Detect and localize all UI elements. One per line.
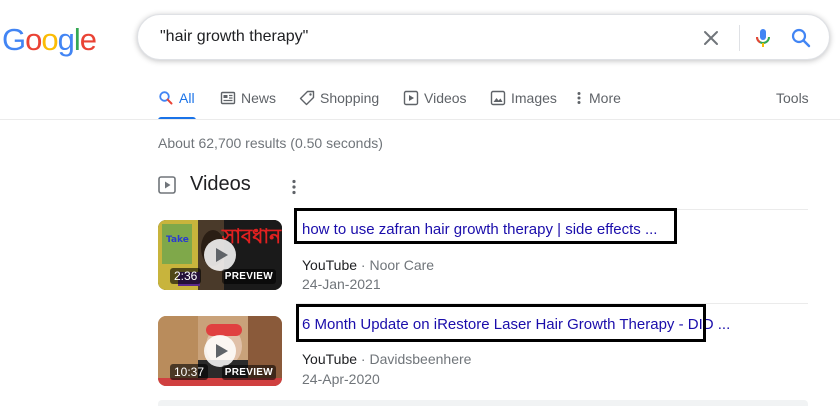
video-platform: YouTube [302,351,358,367]
tab-label: All [179,90,195,106]
search-icon[interactable] [789,26,813,50]
tag-icon [299,90,315,106]
microphone-icon[interactable] [751,26,775,50]
play-button-icon[interactable] [204,239,236,271]
tabs-divider [0,119,840,120]
logo-letter: g [57,22,75,57]
clear-icon[interactable] [699,26,723,50]
separator: · [360,257,366,273]
next-section-edge [158,400,808,406]
tab-label: Shopping [320,90,380,106]
separator: · [360,351,366,367]
search-divider [739,25,740,51]
video-thumbnail[interactable]: Take সাবধান 2:36 PREVIEW [158,220,282,290]
video-date: 24-Apr-2020 [302,371,380,387]
video-icon [158,175,176,194]
tab-label: News [241,90,277,106]
tab-all[interactable]: All [158,89,196,120]
tab-label: Images [511,90,557,106]
more-options-icon[interactable] [288,178,300,196]
video-source: YouTube · Noor Care [302,256,434,274]
preview-badge[interactable]: PREVIEW [221,365,276,380]
tab-label: Videos [424,90,467,106]
play-icon [403,90,419,106]
result-stats: About 62,700 results (0.50 seconds) [158,135,383,151]
videos-heading: Videos [190,173,251,195]
video-date: 24-Jan-2021 [302,276,381,292]
logo-letter: e [79,22,97,57]
preview-badge[interactable]: PREVIEW [221,269,276,284]
play-button-icon[interactable] [204,335,236,367]
video-channel: Noor Care [369,257,435,273]
logo-letter: o [25,22,42,57]
video-duration: 10:37 [170,364,209,380]
tab-label: More [589,90,621,106]
video-title-link[interactable]: how to use zafran hair growth therapy | … [302,220,657,240]
google-logo[interactable]: Google [2,22,97,58]
image-icon [490,90,506,106]
video-thumbnail[interactable]: 10:37 PREVIEW [158,316,282,386]
tab-images[interactable]: Images [490,89,557,119]
search-icon [159,91,173,105]
tab-more[interactable]: More [574,89,621,119]
tab-shopping[interactable]: Shopping [299,89,379,119]
videos-header: Videos [158,173,251,196]
divider [296,303,808,304]
tab-news[interactable]: News [220,89,276,119]
video-platform: YouTube [302,257,358,273]
video-duration: 2:36 [170,268,202,284]
tab-videos[interactable]: Videos [403,89,467,119]
logo-letter: G [2,22,26,57]
divider [296,209,808,210]
news-icon [220,91,236,105]
more-vert-icon [577,92,581,104]
video-channel: Davidsbeenhere [369,351,472,367]
video-title-link[interactable]: 6 Month Update on iRestore Laser Hair Gr… [302,315,730,335]
search-box[interactable]: "hair growth therapy" [137,14,830,60]
svg-text:Take: Take [166,235,189,245]
tools-button[interactable]: Tools [776,89,809,107]
logo-letter: o [41,22,58,57]
video-source: YouTube · Davidsbeenhere [302,350,471,368]
search-input[interactable]: "hair growth therapy" [160,28,308,46]
